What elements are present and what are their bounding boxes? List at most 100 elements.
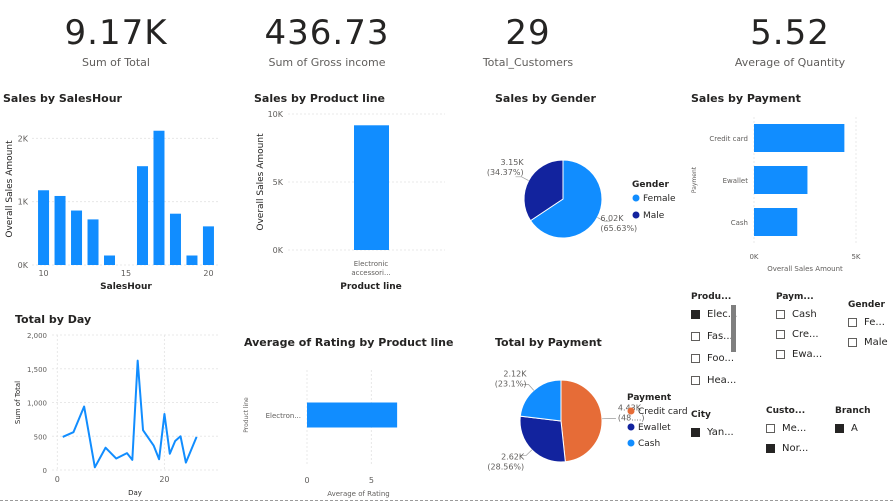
y-axis-label: Sum of Total [14, 381, 22, 424]
legend-label: Credit card [638, 407, 688, 417]
y-tick-label: Credit card [709, 135, 748, 143]
slicer-title-product: Produ... [691, 292, 732, 302]
data-label: 6.02K [600, 214, 624, 223]
y-tick-label: 5K [273, 178, 284, 187]
slicer-item-label: Male [864, 336, 888, 348]
slicer-title-city: City [691, 410, 711, 420]
y-axis-label: Payment [691, 166, 698, 193]
sales-by-gender-chart[interactable]: 6.02K(65.63%) 3.15K(34.37%) Gender Female Ma… [487, 105, 685, 295]
slicer-product-item[interactable]: Fas... [691, 329, 733, 343]
x-tick-label: 5 [369, 476, 374, 485]
slicer-branch-item[interactable]: A [835, 421, 858, 435]
slicer-item-label: Foo... [707, 352, 734, 364]
legend-title: Gender [632, 180, 669, 190]
slicer-item-label: A [851, 422, 858, 434]
x-tick-label: 20 [203, 269, 213, 278]
y-tick-label: Ewallet [723, 177, 749, 185]
y-tick-label: 10K [268, 110, 284, 119]
x-tick-label: 20 [159, 475, 169, 484]
legend-marker [627, 407, 635, 415]
checkbox[interactable] [848, 337, 857, 347]
slicer-payment-item[interactable]: Cash [776, 307, 817, 321]
y-tick-label: 500 [34, 433, 47, 441]
bar [153, 130, 165, 265]
sales-by-hour-chart[interactable]: 0K 1K 2K 10 15 20 SalesHour Overall Sales Amoun… [0, 105, 225, 295]
kpi-quantity-value: 5.52 [750, 13, 830, 53]
bar [169, 213, 181, 265]
checkbox[interactable] [776, 349, 785, 359]
slicer-item-label: Hea... [707, 374, 737, 386]
slicer-item-label: Yan... [707, 426, 734, 438]
bar [136, 166, 148, 265]
x-axis-label: Overall Sales Amount [767, 265, 843, 273]
bar [38, 190, 50, 265]
slicer-title-gender: Gender [848, 300, 885, 310]
avg-rating-chart[interactable]: 0 5 Electron... Average of Rating Product li… [240, 350, 440, 500]
slicer-customer-item[interactable]: Me... [766, 421, 806, 435]
bar [354, 125, 389, 250]
product-slicer-scrollbar[interactable] [731, 305, 736, 352]
checkbox[interactable] [691, 331, 700, 341]
sales-by-payment-chart[interactable]: 0K 5K Credit card Ewallet Cash Overall Sales … [686, 105, 891, 285]
x-tick-label: 0K [749, 253, 758, 261]
checkbox[interactable] [848, 317, 857, 327]
kpi-gross-income-label: Sum of Gross income [268, 56, 386, 69]
bar [202, 226, 214, 265]
visual-title-avg-rating: Average of Rating by Product line [244, 336, 454, 349]
kpi-total-value: 9.17K [64, 13, 168, 53]
checkbox[interactable] [766, 443, 775, 453]
checkbox[interactable] [691, 375, 700, 385]
kpi-customers-value: 29 [505, 13, 551, 53]
bar [71, 210, 83, 265]
slicer-city-item[interactable]: Yan... [691, 425, 734, 439]
checkbox[interactable] [776, 309, 785, 319]
total-by-payment-chart[interactable]: 4.43K(48....)2.62K(28.56%)2.12K(23.1%)Pa… [487, 350, 690, 500]
legend-label: Cash [638, 439, 660, 449]
x-tick-label: 10 [38, 269, 48, 278]
slicer-customer-item[interactable]: Nor... [766, 441, 808, 455]
y-axis-label: Overall Sales Amount [256, 133, 266, 231]
slicer-gender-item[interactable]: Fe... [848, 315, 885, 329]
visual-title-sales-by-gender: Sales by Gender [495, 92, 596, 105]
data-label: 2.12K [503, 369, 527, 378]
kpi-quantity-label: Average of Quantity [734, 56, 846, 69]
x-tick-label: Electronic [354, 260, 389, 268]
legend-marker [627, 423, 635, 431]
checkbox[interactable] [691, 309, 700, 319]
y-tick-label: Cash [731, 219, 748, 227]
slicer-gender-item[interactable]: Male [848, 335, 888, 349]
y-tick-label: Electron... [266, 412, 301, 420]
slicer-payment-item[interactable]: Ewa... [776, 347, 822, 361]
checkbox[interactable] [766, 423, 775, 433]
kpi-gross-income-value: 436.73 [264, 13, 390, 53]
bar [87, 219, 99, 265]
slicer-item-label: Fe... [864, 316, 885, 328]
checkbox[interactable] [691, 353, 700, 363]
y-tick-label: 1,000 [27, 400, 47, 408]
slicer-title-customer: Custo... [766, 406, 806, 416]
y-tick-label: 1,500 [27, 366, 47, 374]
visual-title-sales-by-hour: Sales by SalesHour [3, 92, 122, 105]
sales-by-product-chart[interactable]: 0K 5K 10K Electronicaccessori... Product lin… [250, 105, 450, 295]
checkbox[interactable] [835, 423, 844, 433]
y-tick-label: 2,000 [27, 332, 47, 340]
slicer-product-item[interactable]: Hea... [691, 373, 736, 387]
bar [186, 255, 198, 265]
total-by-day-chart[interactable]: 0 500 1,000 1,500 2,000 0 20 Day Sum of Total [0, 325, 225, 500]
slicer-payment-item[interactable]: Cre... [776, 327, 819, 341]
checkbox[interactable] [691, 427, 700, 437]
slicer-product-item[interactable]: Foo... [691, 351, 734, 365]
bar [307, 402, 398, 428]
slicer-title-branch: Branch [835, 406, 871, 416]
y-axis-label: Product line [243, 397, 250, 433]
visual-title-sales-by-payment: Sales by Payment [691, 92, 801, 105]
data-label: 2.62K [501, 452, 525, 461]
checkbox[interactable] [776, 329, 785, 339]
legend-label: Ewallet [638, 423, 671, 433]
bar [754, 124, 845, 152]
data-label: (65.63%) [600, 224, 637, 233]
slicer-item-label: Fas... [707, 330, 733, 342]
legend-title: Payment [627, 393, 672, 403]
x-tick-label: 15 [121, 269, 131, 278]
bar [54, 195, 66, 265]
